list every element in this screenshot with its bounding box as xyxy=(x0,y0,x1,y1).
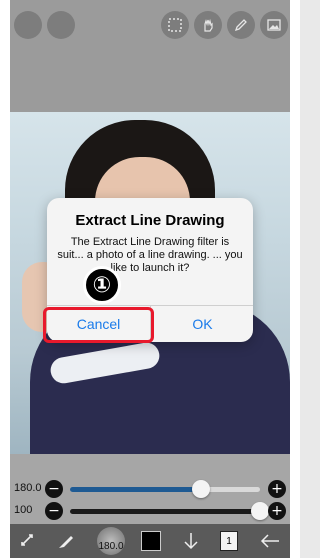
layer-count-badge: 1 xyxy=(220,531,244,557)
undo-circle-button[interactable] xyxy=(14,11,42,39)
opacity-value: 100 xyxy=(14,504,33,516)
cancel-button[interactable]: Cancel xyxy=(47,305,150,342)
arrow-down-icon xyxy=(184,533,198,550)
brush-size-preview: 180.0 xyxy=(97,527,125,555)
bottom-toolbar: 180.0 1 xyxy=(10,524,290,558)
ok-button[interactable]: OK xyxy=(151,305,254,342)
brush-size-slider[interactable] xyxy=(70,480,260,498)
brush-size-slider-row: 180.0 − + xyxy=(10,478,290,502)
redo-circle-button[interactable] xyxy=(47,11,75,39)
transform-icon xyxy=(21,534,33,546)
top-toolbar xyxy=(10,0,290,112)
brush-size-slider-fill xyxy=(70,487,202,492)
brush-size-button[interactable]: 180.0 xyxy=(96,527,126,555)
step-number-badge: ① xyxy=(83,266,121,304)
color-button[interactable] xyxy=(138,527,164,555)
layers-button[interactable]: 1 xyxy=(216,527,244,557)
brush-size-slider-thumb[interactable] xyxy=(192,480,211,498)
hand-icon xyxy=(204,18,213,32)
back-button[interactable] xyxy=(256,527,284,555)
alert-dialog: Extract Line Drawing The Extract Line Dr… xyxy=(47,198,253,342)
color-swatch xyxy=(141,531,161,551)
pen-icon xyxy=(234,19,247,32)
brush-size-decrease-button[interactable]: − xyxy=(45,480,63,498)
opacity-slider[interactable] xyxy=(70,502,269,520)
brush-size-value: 180.0 xyxy=(14,482,42,494)
brush-icon xyxy=(59,536,73,548)
import-button[interactable] xyxy=(178,527,204,555)
opacity-slider-row: 100 − + xyxy=(10,500,290,524)
hand-button[interactable] xyxy=(194,11,222,39)
opacity-slider-thumb[interactable] xyxy=(251,502,269,520)
opacity-slider-fill xyxy=(70,509,260,514)
transform-button[interactable] xyxy=(14,527,42,555)
app-frame: Extract Line Drawing The Extract Line Dr… xyxy=(0,0,300,558)
opacity-decrease-button[interactable]: − xyxy=(45,502,63,520)
selection-icon xyxy=(168,18,182,32)
brush-button[interactable] xyxy=(52,527,80,555)
image-icon xyxy=(267,19,281,31)
brush-size-label: 180.0 xyxy=(98,541,124,552)
pen-button[interactable] xyxy=(227,11,255,39)
slider-panel: 180.0 − + 100 − + xyxy=(10,454,290,524)
image-button[interactable] xyxy=(260,11,288,39)
arrow-left-icon xyxy=(260,534,279,548)
opacity-increase-button[interactable]: + xyxy=(268,502,286,520)
dialog-message: The Extract Line Drawing filter is suit.… xyxy=(57,236,243,274)
selection-button[interactable] xyxy=(161,11,189,39)
dialog-title: Extract Line Drawing xyxy=(75,212,225,229)
brush-size-increase-button[interactable]: + xyxy=(268,480,286,498)
